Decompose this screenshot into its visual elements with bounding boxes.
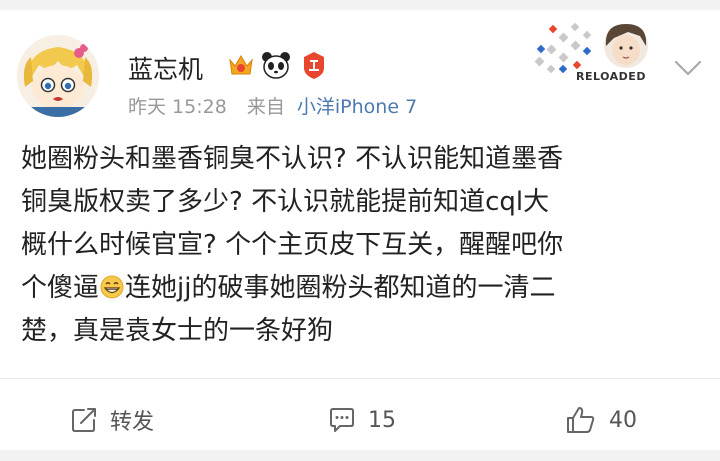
- content-text: 个傻逼: [21, 273, 100, 303]
- user-avatar[interactable]: [17, 35, 99, 117]
- grinning-emoji-icon: [100, 270, 124, 299]
- post-meta: 昨天 15:28 来自 小洋iPhone 7: [128, 92, 417, 119]
- vip-crown-icon[interactable]: [226, 50, 256, 84]
- divider: [0, 378, 720, 379]
- chevron-down-icon[interactable]: [673, 58, 703, 82]
- content-line: 概什么时候官宣? 个个主页皮下互关，醒醒吧你: [21, 230, 564, 260]
- cover-label: RELOADED: [576, 70, 646, 83]
- content-line: 铜臭版权卖了多少? 不认识就能提前知道cql大: [21, 187, 550, 217]
- like-icon: [567, 407, 595, 433]
- repost-button[interactable]: 转发: [70, 400, 154, 440]
- post-content: 她圈粉头和墨香铜臭不认识? 不认识能知道墨香 铜臭版权卖了多少? 不认识就能提前…: [21, 138, 701, 353]
- weibo-post-card: 蓝忘机 昨天 15:28 来自 小洋iPhone 7 RELOADED 她圈粉头…: [0, 10, 720, 450]
- repost-icon: [72, 408, 96, 432]
- panda-badge-icon[interactable]: [260, 50, 292, 84]
- avatar-image: [17, 35, 99, 117]
- comment-icon: [330, 408, 354, 432]
- post-source-link[interactable]: 小洋iPhone 7: [297, 96, 417, 118]
- like-count: 40: [609, 407, 637, 433]
- source-prefix: 来自: [246, 96, 285, 118]
- username[interactable]: 蓝忘机: [128, 50, 203, 86]
- red-badge-icon[interactable]: [301, 50, 327, 84]
- post-time: 昨天 15:28: [128, 96, 227, 118]
- comment-count: 15: [368, 407, 396, 433]
- content-text: 连她jj的破事她圈粉头都知道的一清二: [125, 273, 556, 303]
- comment-button[interactable]: 15: [328, 400, 396, 440]
- content-line: 个傻逼 连她jj的破事她圈粉头都知道的一清二: [21, 267, 701, 310]
- content-line: 楚，真是袁女士的一条好狗: [21, 316, 334, 346]
- like-button[interactable]: 40: [565, 400, 637, 440]
- content-line: 她圈粉头和墨香铜臭不认识? 不认识能知道墨香: [21, 144, 564, 174]
- repost-label: 转发: [110, 410, 155, 435]
- card-cover-decoration: RELOADED: [530, 18, 662, 90]
